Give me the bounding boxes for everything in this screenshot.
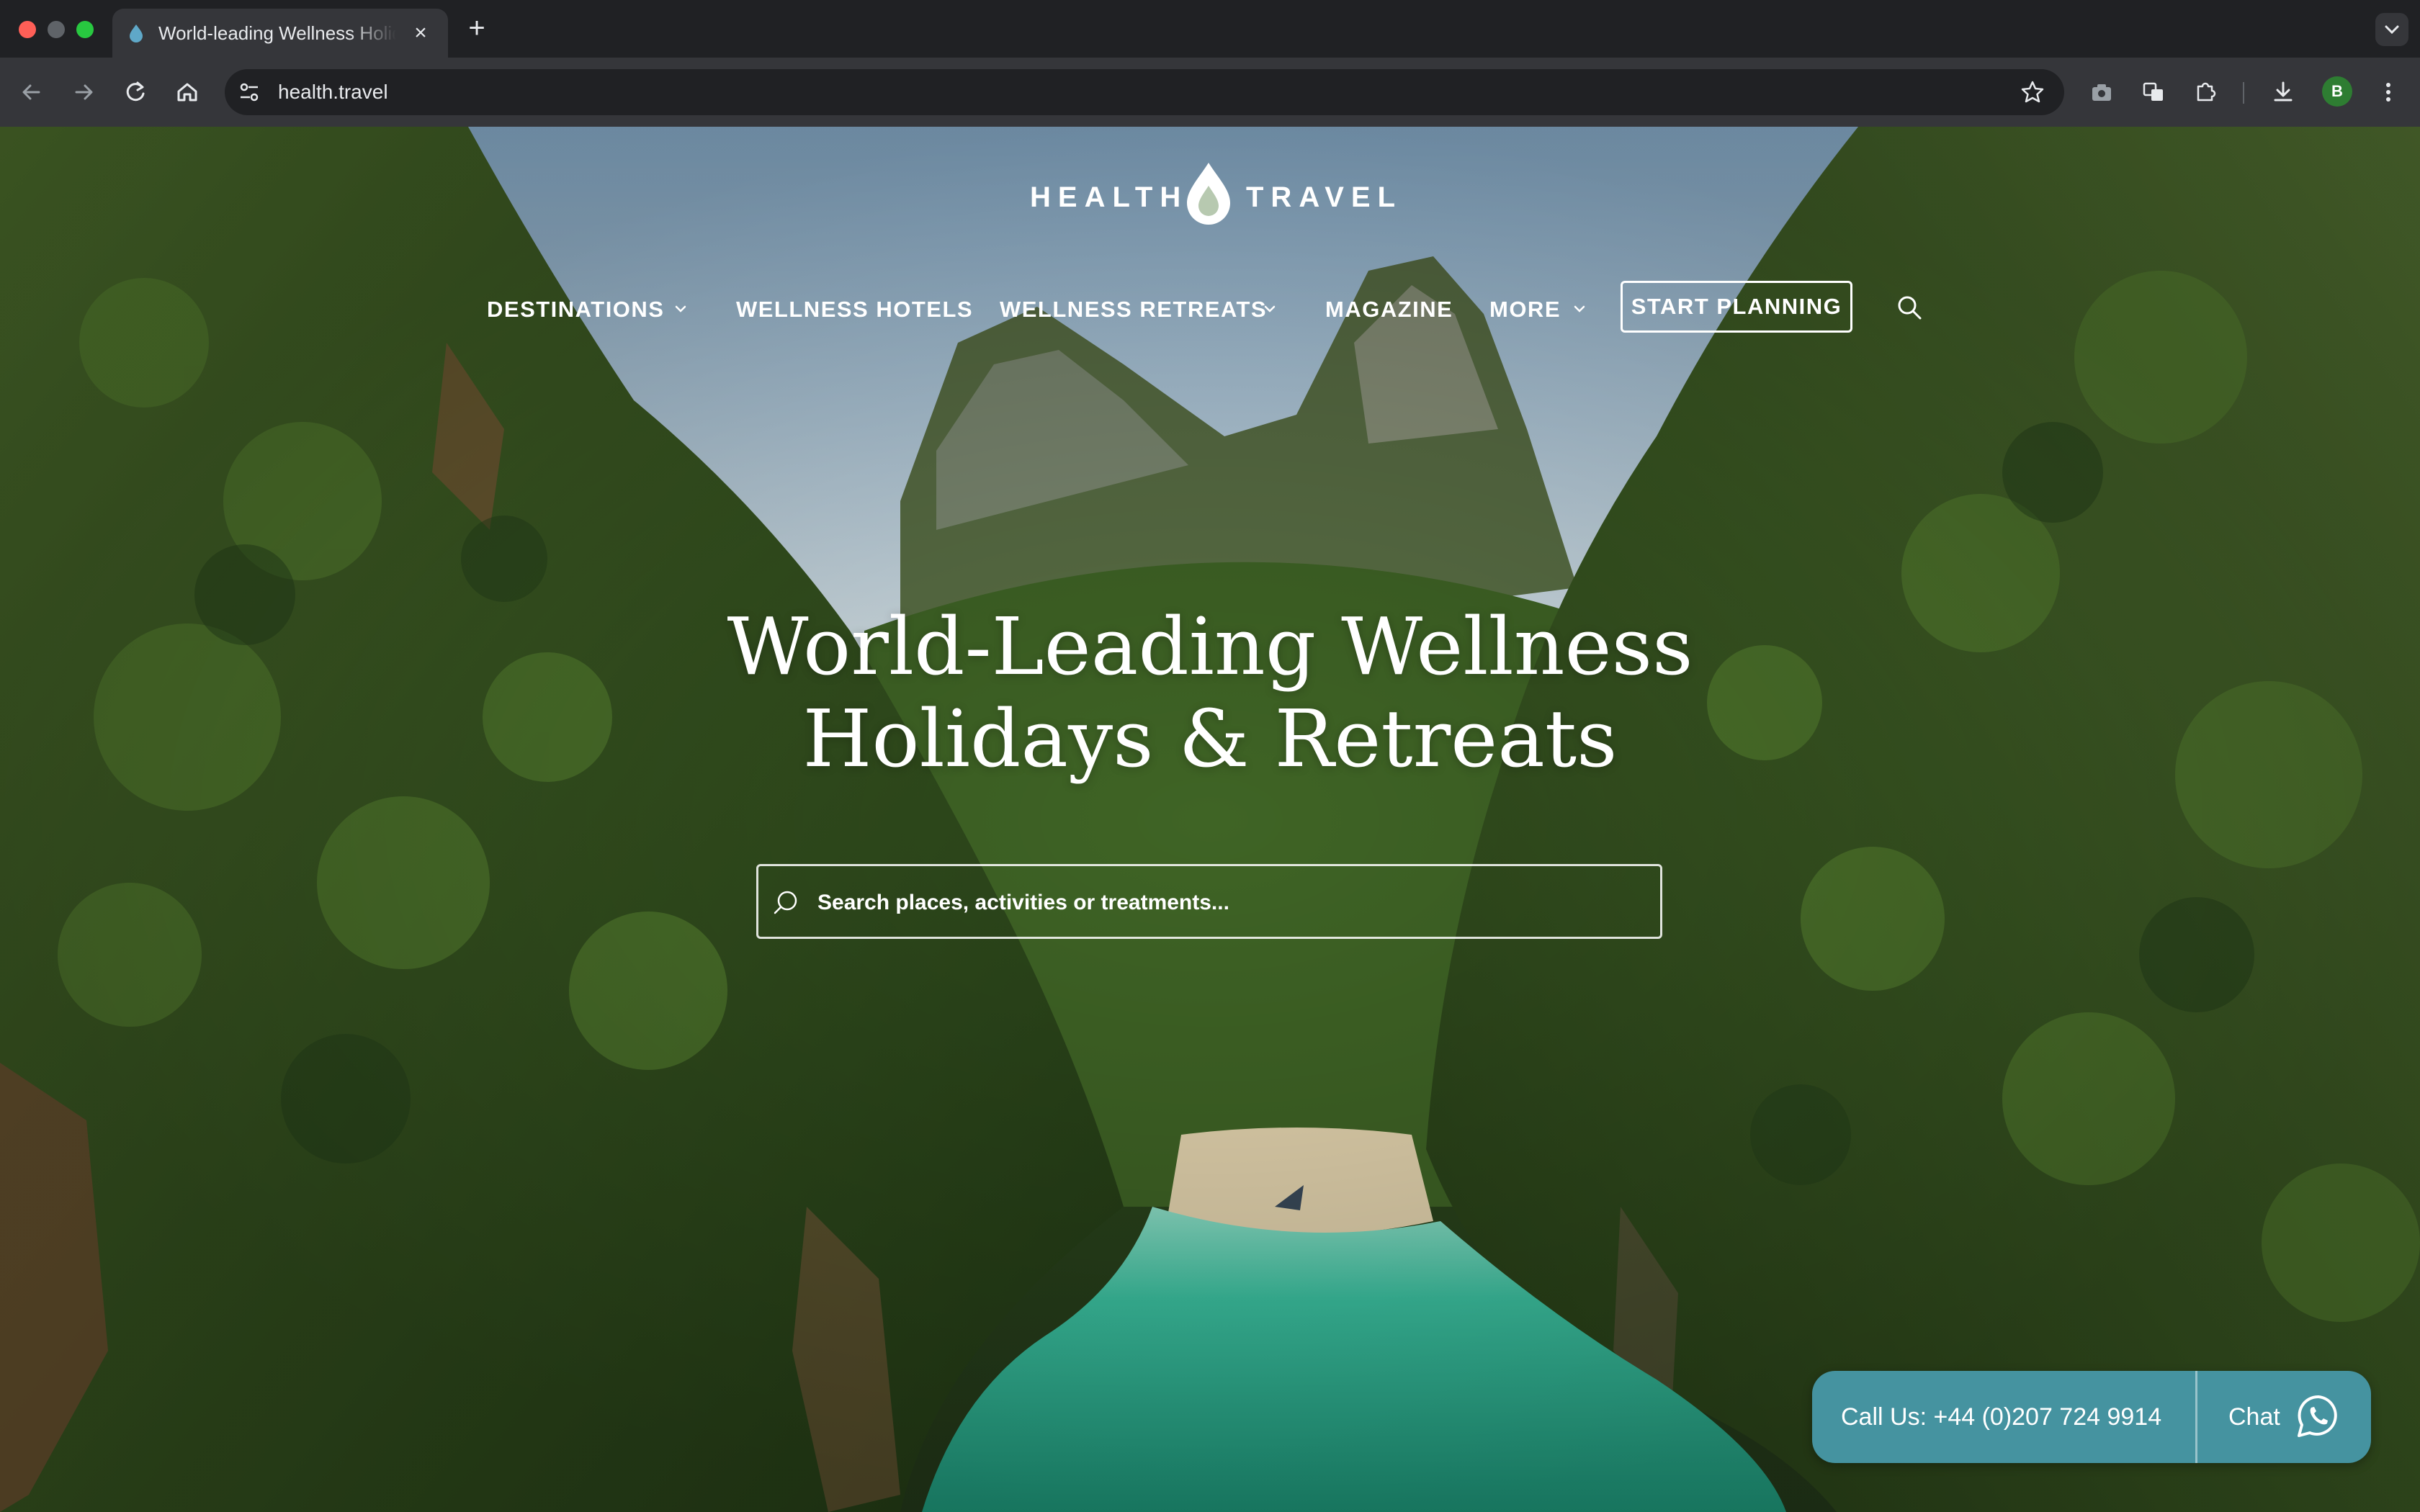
site-settings-icon[interactable] xyxy=(235,78,264,107)
hero-headline-line-2: Holidays & Retreats xyxy=(802,693,1618,785)
nav-more[interactable]: MORE xyxy=(1489,295,1585,324)
nav-wellness-hotels[interactable]: WELLNESS HOTELS xyxy=(736,295,973,324)
nav-destinations[interactable]: DESTINATIONS xyxy=(487,295,686,324)
search-icon[interactable] xyxy=(1894,292,1924,323)
camera-icon[interactable] xyxy=(2086,76,2118,108)
forward-icon[interactable] xyxy=(68,76,99,108)
drop-favicon-icon xyxy=(130,24,143,42)
browser-tab[interactable]: World-leading Wellness Holidays & Retrea… xyxy=(112,9,448,58)
start-planning-button[interactable]: START PLANNING xyxy=(1621,281,1852,333)
toolbar-divider xyxy=(2243,82,2244,104)
close-window-button[interactable] xyxy=(19,21,36,38)
logo-text-health: HEALTH xyxy=(1030,181,1188,213)
extensions-icon[interactable] xyxy=(2190,76,2221,108)
home-icon[interactable] xyxy=(171,76,203,108)
star-icon[interactable] xyxy=(2018,78,2047,107)
call-us-button[interactable]: Call Us: +44 (0)207 724 9914 xyxy=(1841,1400,2161,1434)
download-icon[interactable] xyxy=(2267,76,2299,108)
search-icon xyxy=(774,891,797,914)
contact-divider xyxy=(2195,1371,2197,1463)
hero-headline: World-Leading Wellness Holidays & Retrea… xyxy=(598,600,1822,785)
nav-destinations-label: DESTINATIONS xyxy=(487,297,665,322)
search-input[interactable] xyxy=(816,881,1640,925)
translate-icon[interactable] xyxy=(2138,76,2169,108)
nav-magazine[interactable]: MAGAZINE xyxy=(1325,295,1453,324)
main-navigation: DESTINATIONS WELLNESS HOTELS WELLNESS RE… xyxy=(0,281,2420,338)
new-tab-button[interactable]: + xyxy=(461,13,493,45)
maximize-window-button[interactable] xyxy=(76,21,94,38)
whatsapp-icon[interactable] xyxy=(2295,1392,2342,1440)
nav-wellness-retreats[interactable]: WELLNESS RETREATS xyxy=(1000,295,1276,324)
tab-search-button[interactable] xyxy=(2375,13,2408,46)
chevron-down-icon xyxy=(675,305,686,312)
minimize-window-button[interactable] xyxy=(48,21,65,38)
chevron-down-icon xyxy=(1574,305,1585,312)
reload-icon[interactable] xyxy=(120,76,151,108)
browser-toolbar: health.travel B xyxy=(0,58,2420,127)
hero-search[interactable] xyxy=(756,864,1662,939)
nav-more-label: MORE xyxy=(1489,297,1561,322)
browser-tab-bar: World-leading Wellness Holidays & Retrea… xyxy=(0,0,2420,58)
page-viewport: HEALTH TRAVEL DESTINATIONS WELLNESS HOTE… xyxy=(0,127,2420,1512)
back-icon[interactable] xyxy=(16,76,48,108)
address-bar[interactable]: health.travel xyxy=(225,69,2064,115)
nav-wellness-retreats-label: WELLNESS RETREATS xyxy=(1000,297,1268,322)
chat-button[interactable]: Chat xyxy=(2228,1400,2280,1434)
tab-close-button[interactable]: × xyxy=(408,20,434,46)
logo-text-travel: TRAVEL xyxy=(1246,181,1403,213)
profile-avatar[interactable]: B xyxy=(2322,76,2352,107)
tab-title: World-leading Wellness Holidays & Retrea… xyxy=(158,22,396,44)
hero-headline-line-1: World-Leading Wellness xyxy=(727,600,1693,693)
kebab-menu-icon[interactable] xyxy=(2372,76,2404,108)
url-text: health.travel xyxy=(278,81,388,103)
site-logo[interactable]: HEALTH TRAVEL xyxy=(1030,160,1395,232)
drop-logo-icon xyxy=(1187,163,1230,225)
contact-widget: Call Us: +44 (0)207 724 9914 Chat xyxy=(1812,1371,2371,1463)
chevron-down-icon xyxy=(1264,305,1276,312)
chevron-down-icon xyxy=(2385,25,2399,35)
